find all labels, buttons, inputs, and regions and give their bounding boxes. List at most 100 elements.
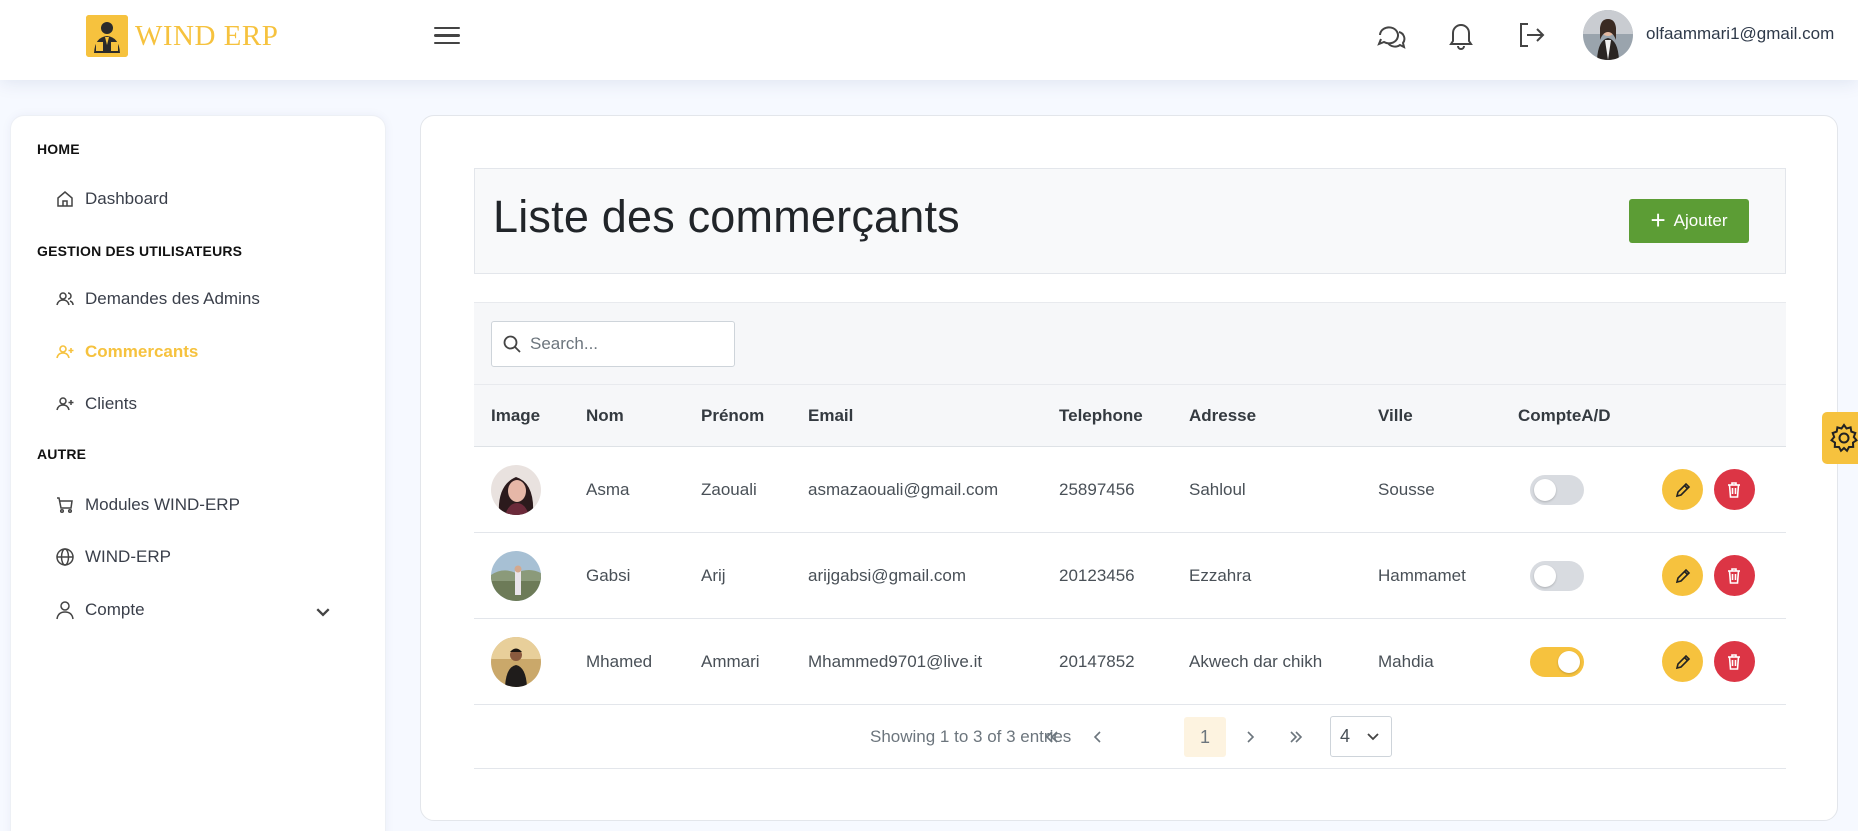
cell-email: Mhammed9701@live.it xyxy=(791,618,1042,705)
search-input[interactable] xyxy=(530,334,720,354)
sidebar-item-label: Clients xyxy=(85,394,137,413)
sidebar-heading-gestion: GESTION DES UTILISATEURS xyxy=(37,243,243,259)
pencil-icon xyxy=(1675,482,1690,497)
settings-tab[interactable] xyxy=(1822,412,1858,464)
column-header[interactable]: Telephone xyxy=(1042,384,1172,447)
delete-button[interactable] xyxy=(1713,641,1755,682)
edit-button[interactable] xyxy=(1662,641,1703,682)
column-header[interactable]: Email xyxy=(791,384,1042,447)
page-size-value: 4 xyxy=(1340,726,1351,746)
trash-icon xyxy=(1728,567,1741,584)
add-button[interactable]: + Ajouter xyxy=(1629,199,1749,243)
account-toggle[interactable] xyxy=(1530,474,1584,505)
pencil-icon xyxy=(1675,568,1690,583)
cell-prenom: Arij xyxy=(684,532,791,619)
hamburger-menu-icon[interactable] xyxy=(432,22,462,52)
page-size-select[interactable]: 4 xyxy=(1330,716,1392,757)
column-header[interactable]: Prénom xyxy=(684,384,791,447)
cell-adresse: Ezzahra xyxy=(1172,532,1361,619)
cell-prenom: Ammari xyxy=(684,618,791,705)
first-page-button[interactable] xyxy=(1032,717,1072,757)
sidebar-item-clients[interactable]: Clients xyxy=(55,386,355,422)
edit-button[interactable] xyxy=(1662,469,1703,510)
chevrons-right-icon xyxy=(1290,731,1303,743)
merchants-table: Image Nom Prénom Email Telephone Adresse… xyxy=(474,384,1786,705)
cell-telephone: 20147852 xyxy=(1042,618,1172,705)
column-header[interactable]: Ville xyxy=(1361,384,1501,447)
app-name: WIND ERP xyxy=(135,19,279,52)
sidebar-item-label: WIND-ERP xyxy=(85,547,171,566)
sidebar-item-label: Commercants xyxy=(85,342,199,361)
avatar xyxy=(491,464,541,515)
cell-adresse: Akwech dar chikh xyxy=(1172,618,1361,705)
cell-ville: Mahdia xyxy=(1361,618,1501,705)
chat-icon[interactable] xyxy=(1374,18,1408,52)
account-toggle[interactable] xyxy=(1530,646,1584,677)
sidebar-item-label: Demandes des Admins xyxy=(85,289,260,308)
column-header[interactable]: Nom xyxy=(569,384,684,447)
user-email[interactable]: olfaammari1@gmail.com xyxy=(1646,24,1834,44)
account-toggle[interactable] xyxy=(1530,560,1584,591)
add-button-label: Ajouter xyxy=(1673,211,1728,230)
avatar xyxy=(491,550,541,601)
search-icon xyxy=(503,335,521,353)
home-icon xyxy=(57,191,73,207)
users-icon xyxy=(56,292,74,306)
trash-icon xyxy=(1728,481,1741,498)
chevron-left-icon xyxy=(1093,731,1101,743)
cell-telephone: 20123456 xyxy=(1042,532,1172,619)
sidebar-item-commercants[interactable]: Commercants xyxy=(55,334,355,370)
chevron-down-icon xyxy=(316,608,330,617)
cell-nom: Mhamed xyxy=(569,618,684,705)
sidebar-item-label: Compte xyxy=(85,600,145,619)
top-header: WIND ERP olfaammari1@gmail.com xyxy=(0,0,1858,80)
cell-prenom: Zaouali xyxy=(684,446,791,533)
logout-icon[interactable] xyxy=(1514,18,1548,52)
table-header-row: Image Nom Prénom Email Telephone Adresse… xyxy=(474,384,1786,447)
cart-icon xyxy=(57,497,73,514)
app-logo[interactable]: WIND ERP xyxy=(86,15,278,57)
last-page-button[interactable] xyxy=(1276,717,1316,757)
search-field[interactable] xyxy=(491,321,735,367)
pagination: Showing 1 to 3 of 3 entries 1 4 xyxy=(474,703,1786,769)
cell-ville: Sousse xyxy=(1361,446,1501,533)
cell-ville: Hammamet xyxy=(1361,532,1501,619)
sidebar-item-dashboard[interactable]: Dashboard xyxy=(55,181,355,217)
page-header: Liste des commerçants + Ajouter xyxy=(474,168,1786,274)
person-icon xyxy=(56,601,74,620)
plus-icon: + xyxy=(1650,205,1666,235)
sidebar-item-label: Modules WIND-ERP xyxy=(85,495,240,514)
sidebar-item-modules[interactable]: Modules WIND-ERP xyxy=(55,487,355,523)
avatar xyxy=(491,636,541,687)
cell-nom: Asma xyxy=(569,446,684,533)
prev-page-button[interactable] xyxy=(1078,717,1118,757)
sidebar-item-label: Dashboard xyxy=(85,189,169,208)
edit-button[interactable] xyxy=(1662,555,1703,596)
globe-icon xyxy=(56,548,74,566)
user-plus-icon xyxy=(56,345,74,359)
cell-email: asmazaouali@gmail.com xyxy=(791,446,1042,533)
sidebar-item-compte[interactable]: Compte xyxy=(55,592,355,628)
user-plus-icon xyxy=(56,397,74,411)
sidebar-item-wind-erp[interactable]: WIND-ERP xyxy=(55,539,355,575)
table-row: Gabsi Arij arijgabsi@gmail.com 20123456 … xyxy=(474,532,1786,619)
table-row: Asma Zaouali asmazaouali@gmail.com 25897… xyxy=(474,446,1786,533)
delete-button[interactable] xyxy=(1713,469,1755,510)
chevrons-left-icon xyxy=(1045,731,1058,743)
sidebar-item-demandes-admins[interactable]: Demandes des Admins xyxy=(55,281,355,317)
column-header[interactable]: Adresse xyxy=(1172,384,1361,447)
delete-button[interactable] xyxy=(1713,555,1755,596)
sidebar: HOME Dashboard GESTION DES UTILISATEURS … xyxy=(10,115,386,831)
sidebar-heading-home: HOME xyxy=(37,141,80,157)
trash-icon xyxy=(1728,653,1741,670)
page-number-current[interactable]: 1 xyxy=(1184,717,1226,757)
sidebar-heading-autre: AUTRE xyxy=(37,446,87,462)
bell-icon[interactable] xyxy=(1444,18,1478,52)
next-page-button[interactable] xyxy=(1230,717,1270,757)
column-header[interactable]: CompteA/D xyxy=(1501,384,1645,447)
column-header[interactable]: Image xyxy=(474,384,569,447)
cell-nom: Gabsi xyxy=(569,532,684,619)
chevron-right-icon xyxy=(1247,731,1255,743)
user-avatar[interactable] xyxy=(1583,10,1633,60)
cell-adresse: Sahloul xyxy=(1172,446,1361,533)
